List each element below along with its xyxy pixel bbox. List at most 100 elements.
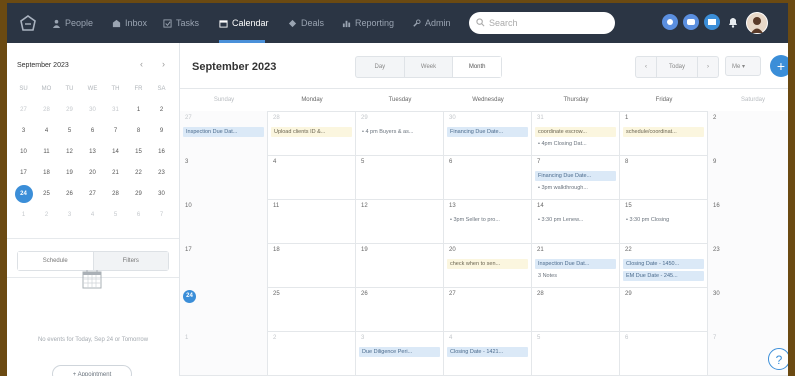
day-cell[interactable]: 14 • 3:30 pm Lenew... [532,199,620,243]
day-cell[interactable]: 27 Inspection Due Dat... [180,111,268,155]
mini-day[interactable]: 3 [58,212,81,218]
mini-day[interactable]: 21 [104,170,127,176]
mini-day[interactable]: 18 [35,170,58,176]
calendar-event[interactable]: Upload clients ID &... [271,127,352,137]
mini-prev-month-icon[interactable]: ‹ [140,59,143,69]
add-event-button[interactable]: + [770,55,788,77]
mini-day[interactable]: 2 [150,107,173,113]
day-cell[interactable]: 17 [180,243,268,287]
nav-admin[interactable]: Admin [412,16,451,30]
calendar-event[interactable]: Closing Date - 1421... [447,347,528,357]
mini-day[interactable]: 22 [127,170,150,176]
day-cell[interactable]: 2 [708,111,788,155]
phone-icon[interactable] [662,14,678,30]
day-cell[interactable]: 1 [180,331,268,375]
calendar-event[interactable]: Financing Due Date... [447,127,528,137]
calendar-event[interactable]: • 4 pm Buyers & as... [359,127,440,137]
mini-day[interactable]: 29 [127,191,150,197]
avatar[interactable] [746,12,768,34]
mini-day[interactable]: 7 [104,128,127,134]
tab-filters[interactable]: Filters [93,252,168,270]
day-cell[interactable]: 28 Upload clients ID &... [268,111,356,155]
mini-day[interactable]: 25 [35,191,58,197]
day-cell[interactable]: 2 [268,331,356,375]
nav-inbox[interactable]: Inbox [112,16,147,30]
calendar-event[interactable]: coordinate escrow... [535,127,616,137]
day-cell[interactable]: 3 [180,155,268,199]
mini-day[interactable]: 30 [81,107,104,113]
day-cell[interactable]: 30 [708,287,788,331]
day-cell[interactable]: 18 [268,243,356,287]
day-cell[interactable]: 10 [180,199,268,243]
mini-day[interactable]: 23 [150,170,173,176]
day-cell[interactable]: 24 [180,287,268,331]
day-cell[interactable]: 23 [708,243,788,287]
day-cell[interactable]: 1 schedule/coordinat... [620,111,708,155]
mini-day[interactable]: 27 [81,191,104,197]
mini-next-month-icon[interactable]: › [162,59,165,69]
nav-tasks[interactable]: Tasks [163,16,199,30]
day-cell[interactable]: 13 • 3pm Seller to pro... [444,199,532,243]
day-cell[interactable]: 29 • 4 pm Buyers & as... [356,111,444,155]
calendar-event[interactable]: 3 Notes [535,271,616,281]
mini-day[interactable]: 24 [12,184,35,203]
day-cell[interactable]: 31 coordinate escrow... • 4pm Closing Dat.… [532,111,620,155]
search-input[interactable]: Search [469,12,615,34]
calendar-event[interactable]: check when to sen... [447,259,528,269]
day-cell[interactable]: 21 Inspection Due Dat... 3 Notes [532,243,620,287]
mini-day[interactable]: 2 [35,212,58,218]
mini-day[interactable]: 16 [150,149,173,155]
view-month-button[interactable]: Month [453,57,502,77]
view-week-button[interactable]: Week [405,57,454,77]
day-cell[interactable]: 3 Due Diligence Peri... [356,331,444,375]
day-cell[interactable]: 5 [532,331,620,375]
mini-day[interactable]: 28 [104,191,127,197]
mini-day[interactable]: 9 [150,128,173,134]
day-cell[interactable]: 28 [532,287,620,331]
day-cell[interactable]: 16 [708,199,788,243]
mini-day[interactable]: 5 [104,212,127,218]
calendar-event[interactable]: Inspection Due Dat... [535,259,616,269]
day-cell[interactable]: 15 • 3:30 pm Closing [620,199,708,243]
bell-icon[interactable] [725,14,741,30]
day-cell[interactable]: 7 Financing Due Date... • 3pm walkthrough.… [532,155,620,199]
day-cell[interactable]: 29 [620,287,708,331]
nav-people[interactable]: People [52,16,93,30]
day-cell[interactable]: 6 [620,331,708,375]
mini-day[interactable]: 15 [127,149,150,155]
day-cell[interactable]: 30 Financing Due Date... [444,111,532,155]
day-cell[interactable]: 5 [356,155,444,199]
day-cell[interactable]: 6 [444,155,532,199]
day-cell[interactable]: 19 [356,243,444,287]
day-cell[interactable]: 4 Closing Date - 1421... [444,331,532,375]
day-cell[interactable]: 25 [268,287,356,331]
today-button[interactable]: Today [657,57,698,77]
mini-day[interactable]: 17 [12,170,35,176]
calendar-event[interactable]: schedule/coordinat... [623,127,704,137]
prev-month-icon[interactable]: ‹ [636,57,657,77]
calendar-event[interactable]: • 3:30 pm Closing [623,215,704,225]
mini-day[interactable]: 11 [35,149,58,155]
calendar-event[interactable]: Closing Date - 1450... [623,259,704,269]
day-cell[interactable]: 20 check when to sen... [444,243,532,287]
mini-day[interactable]: 7 [150,212,173,218]
day-cell[interactable]: 12 [356,199,444,243]
calendar-event[interactable]: • 4pm Closing Dat... [535,139,616,149]
nav-calendar[interactable]: Calendar [219,16,269,30]
day-cell[interactable]: 11 [268,199,356,243]
mail-icon[interactable] [704,14,720,30]
nav-deals[interactable]: Deals [288,16,324,30]
day-cell[interactable]: 9 [708,155,788,199]
day-cell[interactable]: 22 Closing Date - 1450... EM Due Date - 24… [620,243,708,287]
calendar-event[interactable]: • 3pm Seller to pro... [447,215,528,225]
mini-day[interactable]: 27 [12,107,35,113]
view-day-button[interactable]: Day [356,57,405,77]
mini-day[interactable]: 3 [12,128,35,134]
calendar-event[interactable]: Financing Due Date... [535,171,616,181]
mini-day[interactable]: 4 [35,128,58,134]
help-button[interactable]: ? [768,348,788,370]
mini-day[interactable]: 30 [150,191,173,197]
day-cell[interactable]: 8 [620,155,708,199]
mini-day[interactable]: 10 [12,149,35,155]
mini-day[interactable]: 5 [58,128,81,134]
